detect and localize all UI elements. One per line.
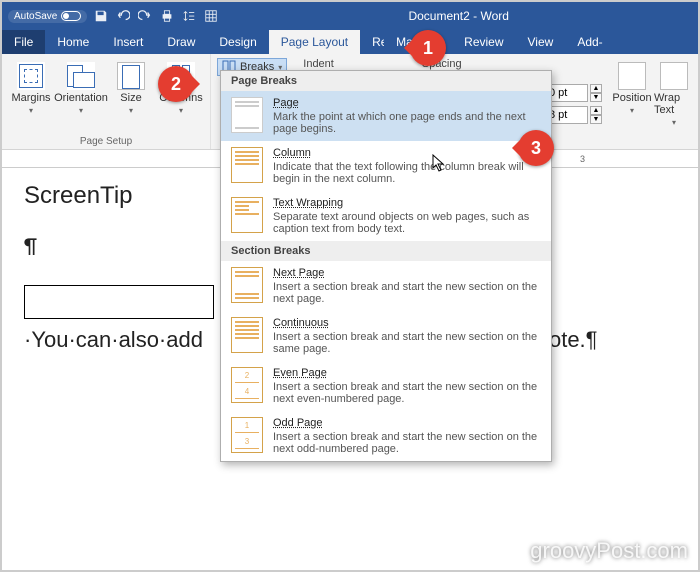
position-icon [618,62,646,90]
chevron-down-icon: ▾ [29,106,33,115]
table-cell[interactable] [24,285,214,319]
tab-insert[interactable]: Insert [101,30,155,54]
spacing-after-spinner[interactable]: ▲▼ [546,106,602,124]
redo-icon[interactable] [137,8,153,24]
quick-access-toolbar: AutoSave [2,8,219,24]
menu-item-continuous[interactable]: ContinuousInsert a section break and sta… [221,311,551,361]
document-title: Document2 - Word [219,9,698,23]
spacing-after-input[interactable] [546,106,588,124]
menu-item-even-page[interactable]: 24 Even PageInsert a section break and s… [221,361,551,411]
body-text-end: ote.¶ [549,327,598,353]
even-page-icon: 24 [231,367,263,403]
watermark: groovyPost.com [530,538,688,564]
continuous-icon [231,317,263,353]
tab-review[interactable]: Review [452,30,515,54]
page-break-icon [231,97,263,133]
annotation-callout-1: 1 [410,30,446,66]
ribbon-tabs: File Home Insert Draw Design Page Layout… [2,30,698,54]
orientation-button[interactable]: Orientation▾ [58,58,104,134]
size-button[interactable]: Size▾ [108,58,154,134]
spacing-before-input[interactable] [546,84,588,102]
spin-down-icon[interactable]: ▼ [590,93,602,102]
menu-item-odd-page[interactable]: 13 Odd PageInsert a section break and st… [221,411,551,461]
tab-home[interactable]: Home [45,30,101,54]
margins-icon [17,62,45,90]
next-page-icon [231,267,263,303]
menu-item-page[interactable]: PageMark the point at which one page end… [221,91,551,141]
tab-page-layout[interactable]: Page Layout [269,30,360,54]
menu-item-column[interactable]: ColumnIndicate that the text following t… [221,141,551,191]
position-button[interactable]: Position▾ [610,58,654,127]
wrap-text-button[interactable]: Wrap Text▾ [654,58,694,127]
dropdown-section-header: Section Breaks [221,241,551,261]
spin-up-icon[interactable]: ▲ [590,84,602,93]
odd-page-icon: 13 [231,417,263,453]
title-bar: AutoSave Document2 - Word [2,2,698,30]
tab-design[interactable]: Design [207,30,268,54]
tab-addins[interactable]: Add- [565,30,614,54]
tab-references[interactable]: References [360,30,384,54]
chevron-down-icon: ▾ [179,106,183,115]
spacing-icon[interactable] [181,8,197,24]
tab-file[interactable]: File [2,30,45,54]
spin-down-icon[interactable]: ▼ [590,115,602,124]
tab-draw[interactable]: Draw [155,30,207,54]
chevron-down-icon: ▾ [79,106,83,115]
menu-item-next-page[interactable]: Next PageInsert a section break and star… [221,261,551,311]
dropdown-section-header: Page Breaks [221,71,551,91]
wrap-text-icon [660,62,688,90]
text-wrapping-icon [231,197,263,233]
column-break-icon [231,147,263,183]
tab-view[interactable]: View [516,30,566,54]
spin-up-icon[interactable]: ▲ [590,106,602,115]
table-icon[interactable] [203,8,219,24]
body-text: ·You·can·also·add [24,327,203,353]
spacing-before-spinner[interactable]: ▲▼ [546,84,602,102]
menu-item-text-wrapping[interactable]: Text WrappingSeparate text around object… [221,191,551,241]
size-icon [117,62,145,90]
autosave-label: AutoSave [14,11,57,22]
breaks-dropdown: Page Breaks PageMark the point at which … [220,70,552,462]
annotation-callout-3: 3 [518,130,554,166]
chevron-down-icon: ▾ [129,106,133,115]
quick-print-icon[interactable] [159,8,175,24]
undo-icon[interactable] [115,8,131,24]
save-icon[interactable] [93,8,109,24]
margins-button[interactable]: Margins▾ [8,58,54,134]
mouse-cursor-icon [432,154,448,174]
group-label: Page Setup [8,134,204,147]
toggle-off-icon [61,11,81,21]
orientation-icon [67,62,95,90]
annotation-callout-2: 2 [158,66,194,102]
autosave-toggle[interactable]: AutoSave [8,10,87,23]
